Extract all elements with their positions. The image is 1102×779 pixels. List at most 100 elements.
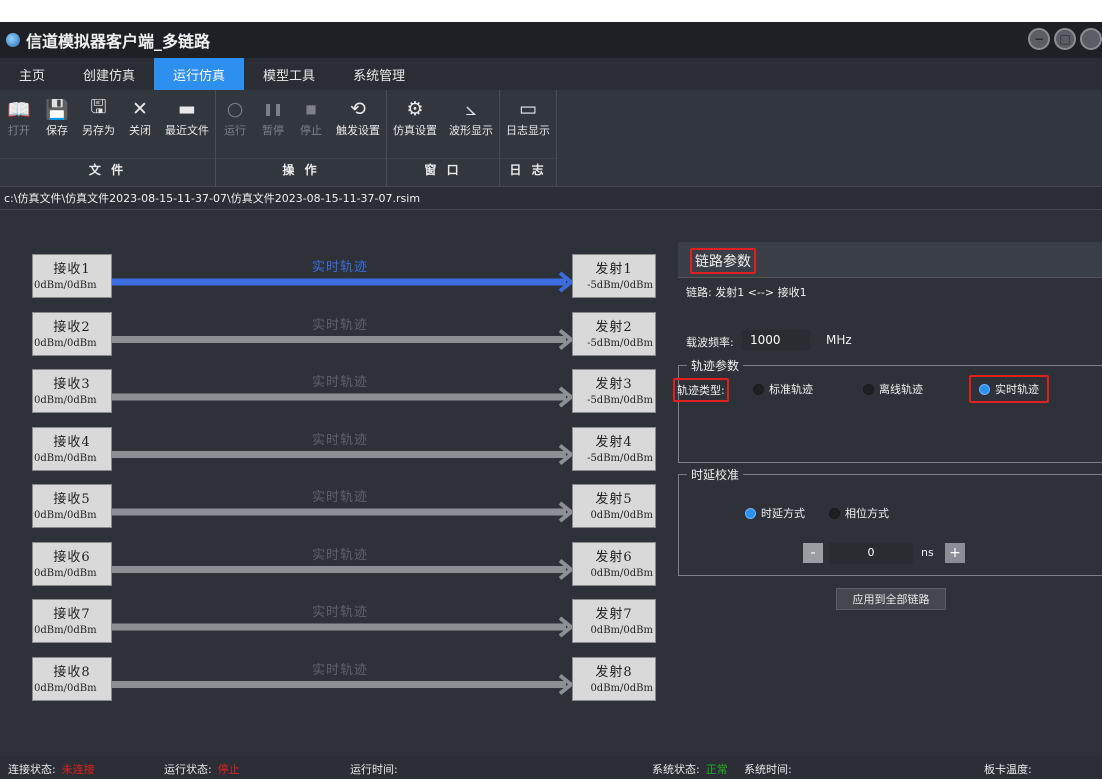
- transmitter-node[interactable]: 发射7 0dBm/0dBm: [572, 599, 656, 643]
- sim-settings-button[interactable]: ⚙ 仿真设置: [387, 96, 443, 138]
- transmitter-name: 发射8: [595, 664, 633, 680]
- trigger-settings-button[interactable]: ⟲ 触发设置: [330, 96, 386, 138]
- track-realtime-radio[interactable]: 实时轨迹: [969, 375, 1049, 403]
- link-label[interactable]: 实时轨迹: [312, 314, 368, 333]
- transmitter-node[interactable]: 发射8 0dBm/0dBm: [572, 656, 656, 701]
- link-label[interactable]: 实时轨迹: [312, 429, 368, 448]
- transmitter-power: -5dBm/0dBm: [587, 452, 653, 464]
- save-icon: 💾: [45, 98, 69, 121]
- apply-all-links-button[interactable]: 应用到全部链路: [836, 588, 946, 610]
- transmitter-name: 发射2: [595, 319, 633, 335]
- link-label[interactable]: 实时轨迹: [312, 486, 368, 505]
- receiver-node[interactable]: 接收8 0dBm/0dBm: [32, 656, 112, 701]
- receiver-power: 0dBm/0dBm: [34, 625, 97, 636]
- sim-settings-label: 仿真设置: [393, 124, 437, 137]
- transmitter-name: 发射3: [595, 377, 633, 392]
- menu-home[interactable]: 主页: [0, 58, 64, 90]
- link-label[interactable]: 实时轨迹: [312, 256, 368, 275]
- system-status-label: 系统状态:: [652, 763, 700, 776]
- delay-increment-button[interactable]: +: [945, 543, 965, 563]
- run-icon: ○: [226, 98, 244, 120]
- transmitter-node[interactable]: 发射1 -5dBm/0dBm: [572, 254, 656, 298]
- ribbon-group-window: ⚙ 仿真设置 ⦣ 波形显示 窗 口: [387, 90, 500, 186]
- transmitter-name: 发射7: [595, 607, 633, 622]
- receiver-node[interactable]: 接收1 0dBm/0dBm: [32, 254, 112, 298]
- waveform-button[interactable]: ⦣ 波形显示: [443, 96, 499, 138]
- group-label-file: 文 件: [0, 158, 215, 180]
- receiver-node[interactable]: 接收5 0dBm/0dBm: [32, 484, 112, 528]
- panel-title: 链路参数: [690, 248, 756, 274]
- stop-button[interactable]: ■ 停止: [292, 96, 330, 138]
- carrier-freq-unit: MHz: [826, 333, 852, 347]
- receiver-name: 接收7: [53, 607, 91, 622]
- open-button[interactable]: 📖 打开: [0, 96, 38, 138]
- run-button[interactable]: ○ 运行: [216, 96, 254, 138]
- link-label[interactable]: 实时轨迹: [312, 544, 368, 563]
- save-as-button[interactable]: 🖫 另存为: [76, 96, 121, 138]
- stop-icon: ■: [305, 102, 317, 116]
- receiver-name: 接收5: [53, 492, 91, 507]
- save-button[interactable]: 💾 保存: [38, 96, 76, 138]
- phase-mode-radio[interactable]: 相位方式: [829, 505, 889, 521]
- recent-files-label: 最近文件: [165, 124, 209, 137]
- run-label: 运行: [224, 124, 246, 137]
- link-label[interactable]: 实时轨迹: [312, 659, 368, 678]
- transmitter-power: -5dBm/0dBm: [587, 395, 653, 406]
- transmitter-name: 发射5: [595, 492, 633, 507]
- menu-create-sim[interactable]: 创建仿真: [64, 58, 154, 90]
- transmitter-node[interactable]: 发射6 0dBm/0dBm: [572, 541, 656, 586]
- folder-icon: ▬: [178, 98, 196, 120]
- receiver-name: 接收6: [53, 549, 91, 565]
- receiver-power: 0dBm/0dBm: [34, 682, 97, 694]
- open-book-icon: 📖: [7, 98, 31, 121]
- track-offline-radio[interactable]: 离线轨迹: [863, 381, 923, 397]
- file-path-bar: c:\仿真文件\仿真文件2023-08-15-11-37-07\仿真文件2023…: [0, 186, 1102, 210]
- delay-value-input[interactable]: 0: [829, 542, 913, 564]
- carrier-freq-input[interactable]: 1000: [742, 330, 810, 350]
- system-time-label: 系统时间:: [744, 763, 792, 776]
- transmitter-node[interactable]: 发射5 0dBm/0dBm: [572, 484, 656, 528]
- receiver-node[interactable]: 接收6 0dBm/0dBm: [32, 541, 112, 586]
- ribbon-toolbar: 📖 打开 💾 保存 🖫 另存为 ✕ 关闭 ▬ 最近文件 文 件 ○ 运行 ❚❚ 暂停 ■ 停止 …: [0, 90, 1102, 186]
- recent-files-button[interactable]: ▬ 最近文件: [159, 96, 215, 138]
- close-window-icon[interactable]: [1080, 28, 1102, 50]
- delay-decrement-button[interactable]: -: [803, 543, 823, 563]
- menu-system-admin[interactable]: 系统管理: [334, 58, 424, 90]
- close-file-button[interactable]: ✕ 关闭: [121, 96, 159, 138]
- menu-run-sim[interactable]: 运行仿真: [154, 58, 245, 90]
- receiver-power: 0dBm/0dBm: [34, 452, 97, 464]
- delay-mode-radio[interactable]: 时延方式: [745, 505, 805, 521]
- menu-model-tools[interactable]: 模型工具: [244, 58, 334, 90]
- ribbon-group-operate: ○ 运行 ❚❚ 暂停 ■ 停止 ⟲ 触发设置 操 作: [216, 90, 387, 186]
- minimize-icon[interactable]: −: [1028, 28, 1050, 50]
- track-standard-label: 标准轨迹: [769, 383, 813, 396]
- receiver-power: 0dBm/0dBm: [34, 510, 97, 521]
- phase-mode-label: 相位方式: [845, 507, 889, 520]
- panel-header: 链路参数: [678, 242, 1102, 278]
- receiver-node[interactable]: 接收7 0dBm/0dBm: [32, 599, 112, 643]
- link-label[interactable]: 实时轨迹: [312, 601, 368, 620]
- pause-button[interactable]: ❚❚ 暂停: [254, 96, 292, 138]
- save-as-icon: 🖫: [90, 96, 107, 118]
- system-status-value: 正常: [705, 763, 728, 776]
- receiver-node[interactable]: 接收2 0dBm/0dBm: [32, 311, 112, 356]
- transmitter-node[interactable]: 发射4 -5dBm/0dBm: [572, 426, 656, 471]
- receiver-power: 0dBm/0dBm: [34, 395, 97, 406]
- delay-calibration-legend: 时延校准: [687, 466, 744, 483]
- radio-dot: [829, 507, 840, 519]
- receiver-node[interactable]: 接收4 0dBm/0dBm: [32, 426, 112, 471]
- track-standard-radio[interactable]: 标准轨迹: [753, 381, 813, 397]
- track-params-group: 轨迹参数 轨迹类型: 标准轨迹 离线轨迹 实时轨迹: [673, 357, 1102, 463]
- transmitter-node[interactable]: 发射2 -5dBm/0dBm: [572, 311, 656, 356]
- log-display-button[interactable]: ▭ 日志显示: [500, 96, 556, 138]
- link-label[interactable]: 实时轨迹: [312, 371, 368, 390]
- receiver-node[interactable]: 接收3 0dBm/0dBm: [32, 369, 112, 413]
- receiver-power: 0dBm/0dBm: [34, 280, 97, 291]
- group-label-log: 日 志: [500, 158, 556, 180]
- pause-icon: ❚❚: [262, 102, 284, 116]
- chart-icon: ⦣: [465, 98, 477, 120]
- transmitter-node[interactable]: 发射3 -5dBm/0dBm: [572, 369, 656, 413]
- close-label: 关闭: [129, 124, 151, 137]
- close-icon: ✕: [132, 98, 148, 120]
- maximize-icon[interactable]: □: [1054, 28, 1076, 50]
